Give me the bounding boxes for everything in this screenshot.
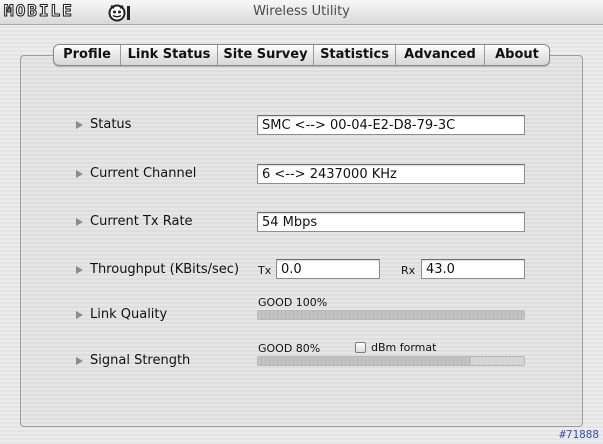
status-field: SMC <--> 00-04-E2-D8-79-3C [257,115,525,135]
watermark-text: #71888 [559,428,599,441]
tab-profile[interactable]: Profile [54,45,121,65]
tab-link-status[interactable]: Link Status [121,45,218,65]
tx-rate-label: Current Tx Rate [90,214,193,229]
link-quality-text: GOOD 100% [258,296,328,309]
tx-label: Tx [258,264,272,277]
link-quality-bar [257,310,525,320]
content-panel [20,55,583,427]
disclosure-triangle-icon [76,266,83,274]
tx-throughput-field: 0.0 [276,259,380,279]
tab-bar: Profile Link Status Site Survey Statisti… [53,44,550,66]
signal-strength-label: Signal Strength [90,353,191,368]
tab-site-survey[interactable]: Site Survey [218,45,314,65]
tx-rate-field: 54 Mbps [257,212,525,232]
tab-about[interactable]: About [485,45,549,65]
dbm-format-label[interactable]: dBm format [371,341,436,354]
disclosure-triangle-icon [76,170,83,178]
rx-throughput-field: 43.0 [421,259,525,279]
signal-strength-text: GOOD 80% [258,342,321,355]
link-quality-bar-fill [258,311,524,319]
channel-label: Current Channel [90,166,197,181]
title-bar: MOBILE Wireless Utility [0,0,603,25]
status-label: Status [90,117,132,132]
tab-advanced[interactable]: Advanced [396,45,485,65]
window-title: Wireless Utility [253,4,350,19]
disclosure-triangle-icon [76,121,83,129]
signal-strength-bar-fill [258,357,471,365]
dbm-format-checkbox[interactable] [355,342,366,353]
link-quality-label: Link Quality [90,307,168,322]
rx-label: Rx [401,264,416,277]
disclosure-triangle-icon [76,357,83,365]
disclosure-triangle-icon [76,218,83,226]
throughput-label: Throughput (KBits/sec) [90,262,240,277]
signal-strength-bar [257,356,525,366]
disclosure-triangle-icon [76,311,83,319]
channel-field: 6 <--> 2437000 KHz [257,164,525,184]
tab-statistics[interactable]: Statistics [314,45,396,65]
